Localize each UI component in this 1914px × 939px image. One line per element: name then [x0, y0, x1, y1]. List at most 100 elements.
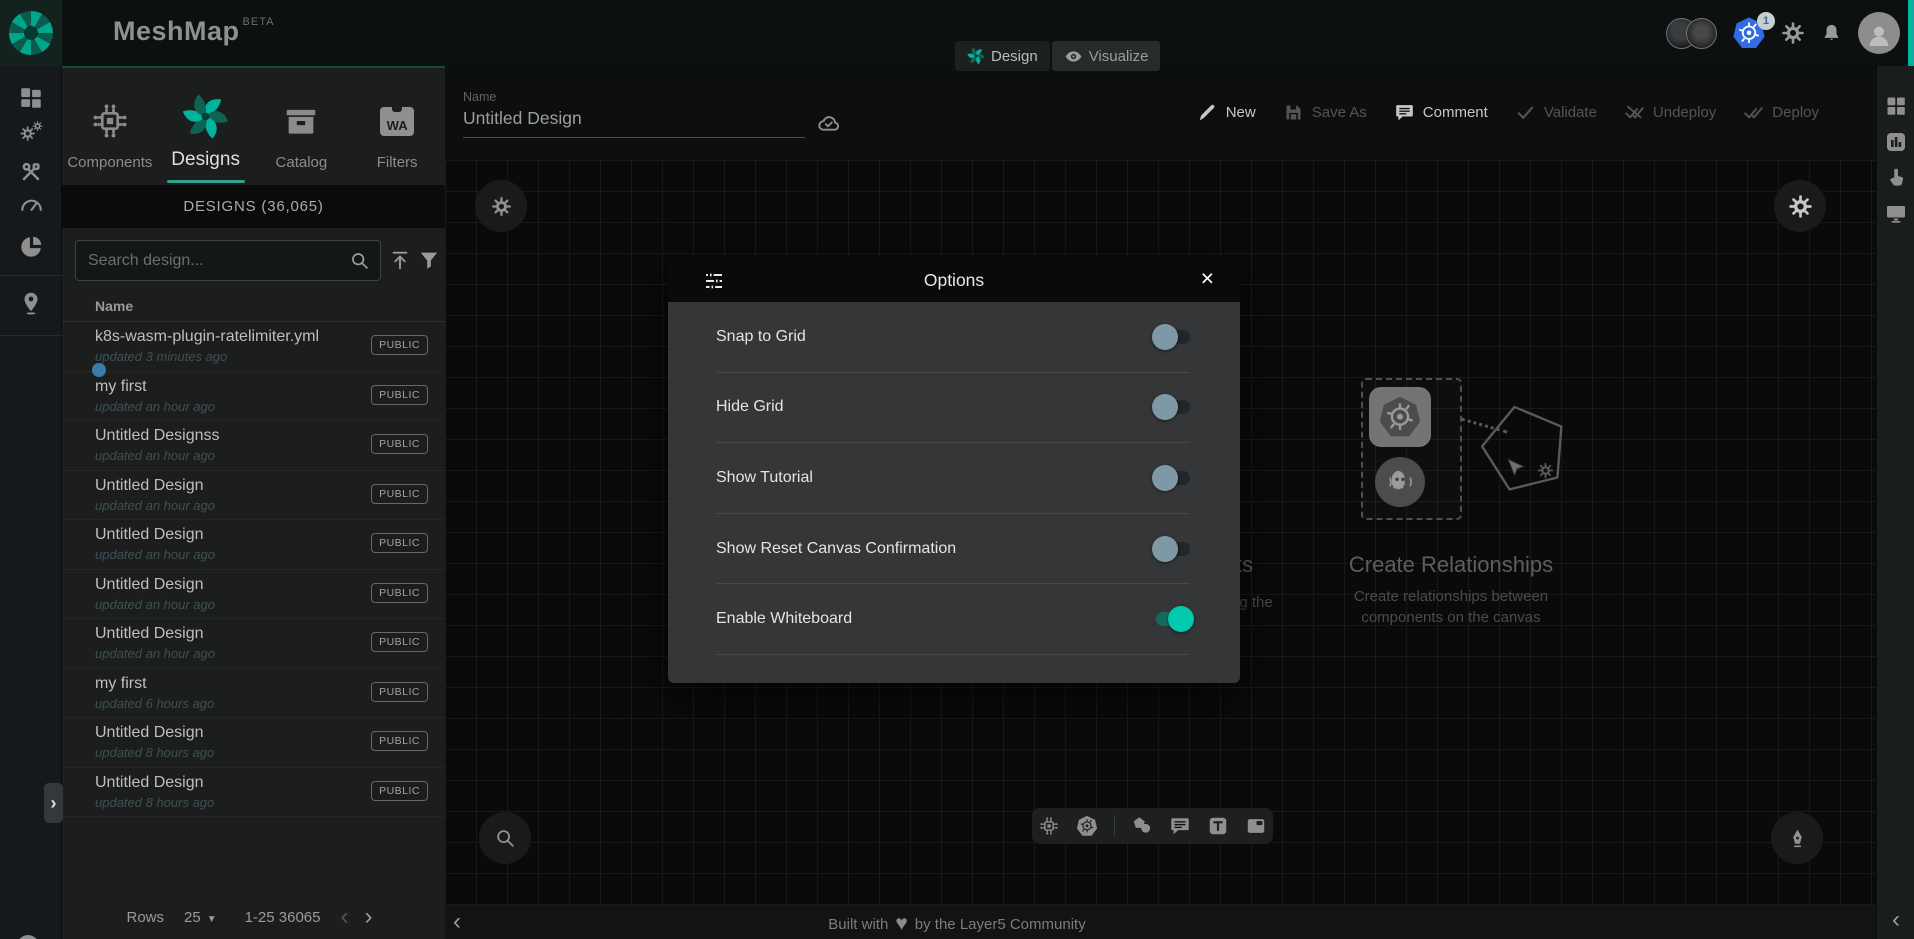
- option-label: Snap to Grid: [716, 328, 806, 346]
- extensions-icon[interactable]: [18, 234, 44, 260]
- monitor-icon[interactable]: [1884, 201, 1908, 225]
- tab-filters-label: Filters: [377, 154, 418, 171]
- sidebar-tabs: Components Designs Catalog WA Filters: [62, 68, 445, 185]
- app-logo[interactable]: [0, 0, 62, 66]
- performance-gauge-icon[interactable]: [18, 192, 44, 218]
- new-button[interactable]: New: [1197, 102, 1256, 123]
- kubernetes-icon[interactable]: [1076, 815, 1098, 837]
- toolbox-icon[interactable]: [18, 159, 44, 185]
- hide-grid-toggle[interactable]: [1156, 400, 1190, 414]
- design-row[interactable]: Untitled Design updated 8 hours ago PUBL…: [62, 718, 445, 768]
- context-count-badge: 1: [1757, 12, 1775, 30]
- visibility-badge: PUBLIC: [371, 781, 428, 801]
- design-name-input[interactable]: [463, 108, 805, 138]
- comment-tool-icon[interactable]: [1169, 815, 1191, 837]
- kubernetes-context-button[interactable]: 1: [1732, 16, 1766, 50]
- enable-whiteboard-toggle[interactable]: [1156, 612, 1190, 626]
- rail-divider: [0, 275, 62, 276]
- option-row: Snap to Grid: [716, 302, 1190, 373]
- design-updated: updated 8 hours ago: [95, 795, 214, 810]
- help-button[interactable]: ?: [17, 935, 39, 939]
- mesh-logo-icon: [9, 11, 53, 55]
- design-row[interactable]: k8s-wasm-plugin-ratelimiter.yml updated …: [62, 322, 445, 372]
- design-spiral-icon: [182, 93, 229, 140]
- user-avatar[interactable]: [1858, 12, 1900, 54]
- design-row[interactable]: Untitled Design updated an hour ago PUBL…: [62, 520, 445, 570]
- pen-tool-button[interactable]: [1771, 812, 1823, 864]
- undeploy-label: Undeploy: [1653, 104, 1716, 121]
- text-tool-icon[interactable]: [1207, 815, 1229, 837]
- design-updated: updated an hour ago: [95, 448, 215, 463]
- design-row[interactable]: my first updated 6 hours ago PUBLIC: [62, 669, 445, 719]
- snap-to-grid-toggle[interactable]: [1156, 330, 1190, 344]
- tab-components[interactable]: Components: [62, 68, 158, 185]
- accent-strip: [1908, 0, 1914, 66]
- search-input[interactable]: [88, 252, 349, 270]
- collaborator-avatar[interactable]: [1686, 18, 1717, 49]
- tab-visualize[interactable]: Visualize: [1052, 41, 1161, 71]
- bell-icon[interactable]: [1820, 22, 1843, 45]
- name-column-label: Name: [95, 298, 133, 314]
- design-title: Untitled Design: [95, 576, 204, 594]
- option-row: Hide Grid: [716, 373, 1190, 444]
- bar-chart-icon[interactable]: [1884, 130, 1908, 154]
- dashboard-icon[interactable]: [18, 85, 44, 111]
- design-row[interactable]: Untitled Designss updated an hour ago PU…: [62, 421, 445, 471]
- comment-button[interactable]: Comment: [1394, 102, 1488, 123]
- pagination: Rows 25▼ 1-25 36065 ‹ ›: [62, 895, 445, 939]
- pen-nib-icon: [1786, 827, 1809, 850]
- lifecycle-gears-icon[interactable]: [18, 119, 44, 145]
- next-page-button[interactable]: ›: [357, 907, 381, 927]
- tab-catalog[interactable]: Catalog: [254, 68, 350, 185]
- tab-filters[interactable]: WA Filters: [349, 68, 445, 185]
- search-row: [62, 228, 445, 294]
- components-chip-icon[interactable]: [1038, 815, 1060, 837]
- tab-designs[interactable]: Designs: [158, 68, 254, 185]
- designs-list: k8s-wasm-plugin-ratelimiter.yml updated …: [62, 322, 445, 817]
- design-row[interactable]: Untitled Design updated 8 hours ago PUBL…: [62, 768, 445, 818]
- avatar-icon: [1864, 21, 1894, 51]
- visibility-badge: PUBLIC: [371, 385, 428, 405]
- prev-page-button[interactable]: ‹: [333, 907, 357, 927]
- zoom-button[interactable]: [479, 812, 531, 864]
- map-pin-icon[interactable]: [18, 290, 44, 316]
- touch-icon[interactable]: [1884, 165, 1908, 189]
- rail-divider: [0, 335, 62, 336]
- save-as-button: Save As: [1283, 102, 1367, 123]
- show-tutorial-toggle[interactable]: [1156, 471, 1190, 485]
- design-row[interactable]: Untitled Design updated an hour ago PUBL…: [62, 471, 445, 521]
- collapse-footer-button[interactable]: ‹: [453, 908, 461, 936]
- options-modal: Options × Snap to Grid Hide Grid Show Tu…: [668, 258, 1240, 683]
- cursor-icon: [1503, 456, 1527, 480]
- canvas-options-button[interactable]: [1774, 180, 1826, 232]
- media-icon[interactable]: [1245, 815, 1267, 837]
- design-row[interactable]: my first updated an hour ago PUBLIC: [62, 372, 445, 422]
- filter-funnel-icon[interactable]: [418, 249, 440, 271]
- design-title: Untitled Design: [95, 526, 204, 544]
- close-modal-button[interactable]: ×: [1195, 265, 1220, 292]
- toggle-knob: [1152, 324, 1178, 350]
- canvas-settings-button[interactable]: [475, 180, 527, 232]
- collapse-dock-button[interactable]: ‹: [1877, 906, 1914, 934]
- comment-label: Comment: [1423, 104, 1488, 121]
- grid-view-icon[interactable]: [1884, 94, 1908, 118]
- expand-rail-button[interactable]: ›: [44, 783, 63, 823]
- design-row[interactable]: Untitled Design updated an hour ago PUBL…: [62, 619, 445, 669]
- wasm-filter-icon: WA: [380, 107, 414, 136]
- shapes-icon[interactable]: [1131, 815, 1153, 837]
- gear-icon[interactable]: [1781, 21, 1805, 45]
- reset-confirmation-toggle[interactable]: [1156, 542, 1190, 556]
- toggle-knob: [1152, 536, 1178, 562]
- design-updated: updated an hour ago: [95, 597, 215, 612]
- rows-per-page-select[interactable]: 25▼: [184, 909, 217, 926]
- tab-design[interactable]: Design: [955, 41, 1050, 71]
- design-author-avatar: [92, 363, 106, 377]
- chevron-left-icon: ‹: [341, 903, 349, 930]
- components-chip-icon: [89, 100, 131, 142]
- double-check-icon: [1743, 102, 1764, 123]
- footer-prefix: Built with: [828, 916, 888, 933]
- deploy-button: Deploy: [1743, 102, 1819, 123]
- import-design-icon[interactable]: [389, 249, 411, 271]
- search-design-input[interactable]: [75, 240, 381, 281]
- design-row[interactable]: Untitled Design updated an hour ago PUBL…: [62, 570, 445, 620]
